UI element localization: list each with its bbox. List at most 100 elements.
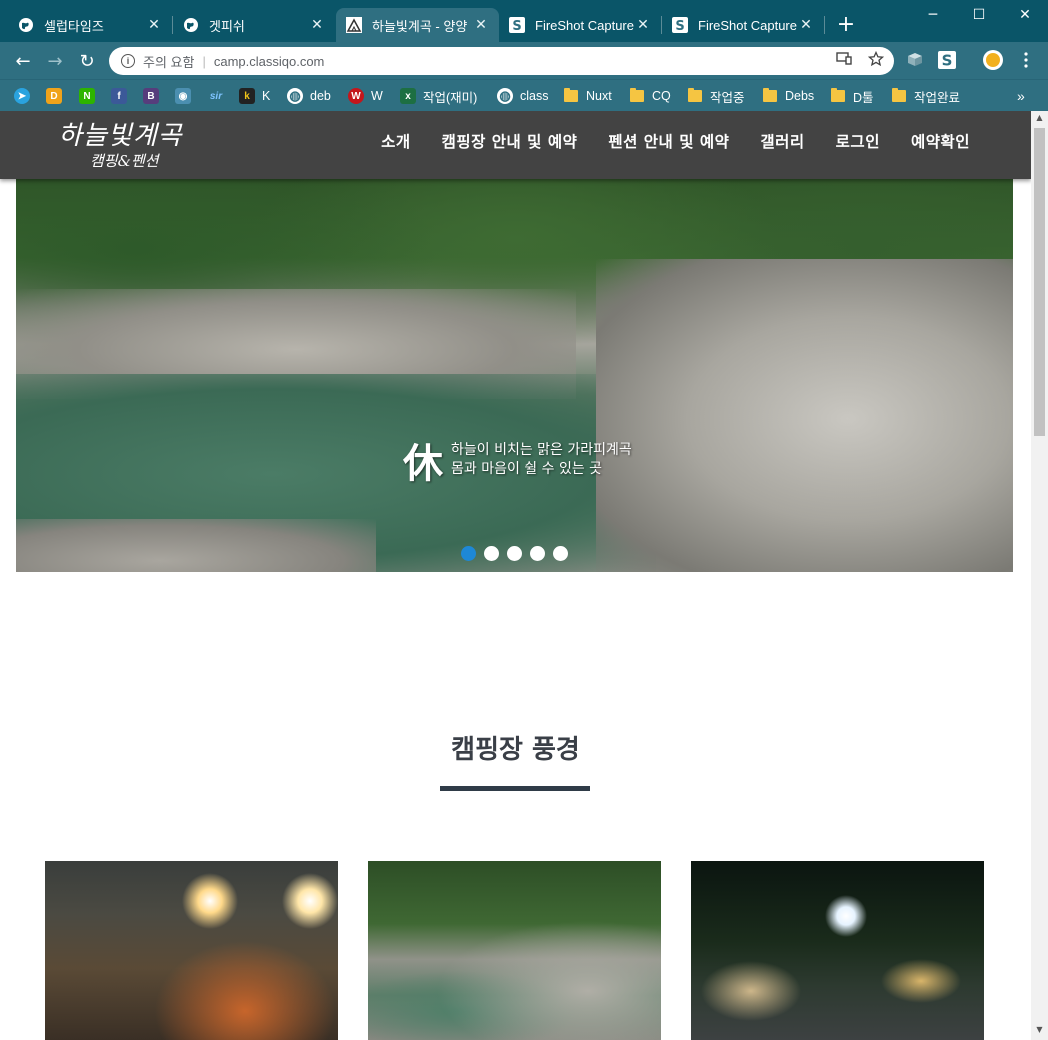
logo-subtitle: 캠핑&펜션 xyxy=(90,152,159,170)
tab-getfish[interactable]: 겟피쉬 ✕ xyxy=(173,8,335,42)
telegram-icon: ➤ xyxy=(14,88,30,104)
bookmark-folder-nuxt[interactable]: Nuxt xyxy=(564,86,612,106)
tab-separator xyxy=(824,16,825,34)
cast-icon[interactable] xyxy=(836,51,852,71)
bookmark-folder-dtool[interactable]: D툴 xyxy=(831,86,874,106)
bookmark-d[interactable]: D xyxy=(46,86,69,106)
scrollbar-thumb[interactable] xyxy=(1034,128,1045,436)
bookmark-naver[interactable]: N xyxy=(79,86,102,106)
nav-camping-reservation[interactable]: 캠핑장 안내 및 예약 xyxy=(442,130,578,152)
scroll-up-arrow-icon[interactable]: ▲ xyxy=(1034,113,1045,125)
tab-fireshot-2[interactable]: S FireShot Capture ✕ xyxy=(662,8,824,42)
tab-strip: 셀럽타임즈 ✕ 겟피쉬 ✕ 하늘빛계곡 - 양양 ✕ S FireShot Ca… xyxy=(0,0,1048,42)
sir-icon: sir xyxy=(209,90,223,102)
tab-celebtimes[interactable]: 셀럽타임즈 ✕ xyxy=(8,8,172,42)
folder-icon xyxy=(892,88,906,102)
bookmark-label: deb xyxy=(310,89,331,103)
mountain-icon xyxy=(346,17,362,33)
hero-photo-foreground xyxy=(16,519,376,572)
bookmark-facebook[interactable]: f xyxy=(111,86,134,106)
slider-dot[interactable] xyxy=(553,546,568,561)
forward-button[interactable]: → xyxy=(42,48,68,74)
info-icon[interactable]: i xyxy=(121,54,135,68)
bookmark-label: 작업중 xyxy=(710,90,745,105)
extension-icon[interactable] xyxy=(905,50,925,70)
fireshot-icon[interactable]: S xyxy=(937,50,957,70)
bookmark-image[interactable]: ◉ xyxy=(175,86,198,106)
gallery-thumb-valley[interactable] xyxy=(368,861,661,1040)
excel-icon: x xyxy=(400,88,416,104)
close-icon[interactable]: ✕ xyxy=(309,17,325,33)
menu-kebab-icon[interactable] xyxy=(1016,50,1036,70)
reload-button[interactable]: ↻ xyxy=(74,48,100,74)
site-logo[interactable]: 하늘빛계곡 캠핑&펜션 xyxy=(58,115,183,171)
scroll-down-arrow-icon[interactable]: ▼ xyxy=(1034,1025,1045,1037)
gallery-thumb-campsite-night[interactable] xyxy=(691,861,984,1040)
close-icon[interactable]: ✕ xyxy=(146,17,162,33)
nav-about[interactable]: 소개 xyxy=(381,130,411,152)
d-icon: D xyxy=(46,88,62,104)
slider-dots xyxy=(461,546,568,561)
new-tab-button[interactable]: + xyxy=(834,14,858,38)
nav-login[interactable]: 로그인 xyxy=(836,130,880,152)
window-close-button[interactable]: ✕ xyxy=(1002,0,1048,30)
address-bar[interactable]: i 주의 요함 | camp.classiqo.com xyxy=(109,47,894,75)
bookmark-folder-cq[interactable]: CQ xyxy=(630,86,671,106)
hero-caption: 休 하늘이 비치는 맑은 가라피계곡 몸과 마음이 쉴 수 있는 곳 xyxy=(403,431,632,489)
minimize-button[interactable]: ─ xyxy=(910,0,956,30)
hero-slider[interactable]: 休 하늘이 비치는 맑은 가라피계곡 몸과 마음이 쉴 수 있는 곳 xyxy=(16,179,1013,572)
hero-line-1: 하늘이 비치는 맑은 가라피계곡 xyxy=(451,442,632,458)
nav-pension-reservation[interactable]: 펜션 안내 및 예약 xyxy=(608,130,729,152)
folder-icon xyxy=(564,88,578,102)
bookmark-star-icon[interactable] xyxy=(867,50,885,71)
bookmark-k[interactable]: kK xyxy=(239,86,270,106)
bookmark-telegram[interactable]: ➤ xyxy=(14,86,37,106)
folder-icon xyxy=(630,88,644,102)
back-button[interactable]: ← xyxy=(10,48,36,74)
close-icon[interactable]: ✕ xyxy=(798,17,814,33)
bookmark-folder-debs[interactable]: Debs xyxy=(763,86,814,106)
slider-dot[interactable] xyxy=(530,546,545,561)
tab-fireshot-1[interactable]: S FireShot Capture ✕ xyxy=(499,8,661,42)
folder-icon xyxy=(831,88,845,102)
close-icon[interactable]: ✕ xyxy=(635,17,651,33)
folder-icon xyxy=(763,88,777,102)
bookmarks-bar: ➤ D N f B ◉ sir kK ◍ deb WW x 작업(재미) ◍ clas… xyxy=(0,79,1048,111)
bookmark-label: Nuxt xyxy=(586,89,612,103)
nav-gallery[interactable]: 갤러리 xyxy=(760,130,804,152)
bookmark-sir[interactable]: sir xyxy=(207,86,232,106)
page-scrollbar[interactable]: ▲ ▼ xyxy=(1031,111,1048,1040)
browser-chrome: 셀럽타임즈 ✕ 겟피쉬 ✕ 하늘빛계곡 - 양양 ✕ S FireShot Ca… xyxy=(0,0,1048,111)
hero-photo-cliff xyxy=(596,259,1013,572)
bookmark-deb[interactable]: ◍ deb xyxy=(287,86,331,106)
gallery-thumb-camping-night[interactable] xyxy=(45,861,338,1040)
tab-haneulbit[interactable]: 하늘빛계곡 - 양양 ✕ xyxy=(336,8,499,42)
bookmark-w[interactable]: WW xyxy=(348,86,383,106)
svg-text:S: S xyxy=(675,19,684,33)
bookmark-label: D툴 xyxy=(853,90,874,105)
bookmarks-overflow-button[interactable]: » xyxy=(1017,86,1025,106)
bookmark-folder-jakeopjung[interactable]: 작업중 xyxy=(688,86,745,106)
profile-avatar-icon[interactable] xyxy=(983,50,1003,70)
bookmark-label: W xyxy=(371,89,383,103)
bookmark-class[interactable]: ◍ class xyxy=(497,86,548,106)
close-icon[interactable]: ✕ xyxy=(473,17,489,33)
slider-dot[interactable] xyxy=(461,546,476,561)
facebook-icon: f xyxy=(111,88,127,104)
globe-icon xyxy=(183,17,199,33)
bookmark-folder-jakeopwanryo[interactable]: 작업완료 xyxy=(892,86,960,106)
slider-dot[interactable] xyxy=(484,546,499,561)
site-header: 하늘빛계곡 캠핑&펜션 소개 캠핑장 안내 및 예약 펜션 안내 및 예약 갤러… xyxy=(0,111,1031,179)
bookmark-label: class xyxy=(520,89,549,103)
bookmark-label: K xyxy=(262,89,271,103)
security-label[interactable]: 주의 요함 xyxy=(143,52,194,71)
folder-icon xyxy=(688,88,702,102)
bookmark-bootstrap[interactable]: B xyxy=(143,86,166,106)
k-icon: k xyxy=(239,88,255,104)
maximize-button[interactable]: ☐ xyxy=(956,0,1002,30)
hero-line-2: 몸과 마음이 쉴 수 있는 곳 xyxy=(451,461,603,477)
bookmark-jakeop-jaemi[interactable]: x 작업(재미) xyxy=(400,86,477,106)
nav-reservation-check[interactable]: 예약확인 xyxy=(911,130,970,152)
slider-dot[interactable] xyxy=(507,546,522,561)
url-text[interactable]: camp.classiqo.com xyxy=(214,54,325,69)
